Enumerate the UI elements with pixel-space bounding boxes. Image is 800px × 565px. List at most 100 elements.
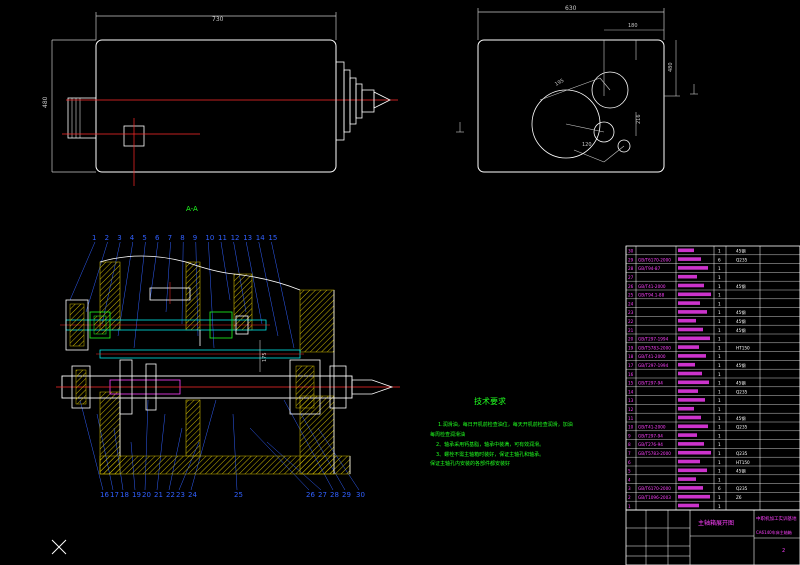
bom-cell: 1 [718, 451, 721, 456]
bom-name-block [678, 301, 700, 305]
bom-cell: 6 [718, 486, 721, 491]
width-dim-label: 730 [212, 16, 224, 23]
bom-cell: 1 [718, 319, 721, 324]
bom-cell: 23 [628, 310, 634, 315]
bom-name-block [678, 398, 705, 402]
tech-line-4: 3、螺栓不需主轴箱时装好，保证主轴孔和轴承。 [436, 451, 544, 458]
bom-cell: 18 [628, 354, 634, 359]
tech-line-1: 1.润滑油，每日开机前检查油位，每天开机前检查润滑，加油 [438, 421, 573, 428]
part-number-bottom: 22 [166, 491, 175, 499]
bom-cell: 14 [628, 389, 634, 394]
part-number-top: 4 [130, 234, 135, 242]
part-number-top: 15 [268, 234, 277, 242]
bom-cell: GB/T297-1994 [638, 337, 669, 342]
cad-drawing-canvas: 480 730 630 180 480 195 216 120 A-A 1 2 … [0, 0, 800, 565]
bom-name-block [678, 274, 697, 279]
bom-cell: 26 [628, 284, 634, 289]
bom-cell: 29 [628, 257, 634, 262]
bom-cell: 1 [718, 504, 721, 509]
bom-cell: 1 [718, 433, 721, 438]
bom-name-block [678, 468, 707, 473]
part-number-bottom: 16 [100, 491, 109, 499]
side-dim-3: 195 [554, 78, 565, 88]
bom-cell: Q235 [736, 451, 748, 456]
bom-name-block [678, 354, 706, 358]
bom-cell: 5 [628, 469, 631, 474]
bom-cell: 1 [718, 337, 721, 342]
bom-cell: 27 [628, 275, 634, 280]
bom-cell: GB/T5783-2000 [638, 451, 671, 456]
leader-line [144, 399, 149, 491]
bom-cell: Q235 [736, 425, 748, 430]
bom-name-block [678, 415, 701, 420]
bom-cell: 1 [718, 266, 721, 271]
bom-name-block [678, 494, 710, 499]
bom-cell: 15 [628, 381, 634, 386]
bom-cell: GB/T6170-2000 [638, 257, 671, 262]
side-dim-1: 180 [628, 23, 638, 29]
bom-name-block [678, 424, 708, 429]
bom-name-block [678, 406, 694, 411]
bom-cell: 11 [628, 416, 634, 421]
bom-cell: GB/T6170-2000 [638, 486, 671, 491]
bom-name-block [678, 371, 702, 376]
part-number-bottom: 18 [120, 491, 129, 499]
part-number-bottom: 23 [176, 491, 185, 499]
bom-cell: 1 [628, 504, 631, 509]
bom-cell: 1 [718, 416, 721, 421]
bom-cell: HT150 [736, 345, 750, 350]
leader-line [232, 413, 238, 491]
bom-cell: 22 [628, 319, 634, 324]
part-number-top: 3 [117, 234, 121, 242]
sheet-number: 2 [782, 548, 785, 554]
bill-of-materials: 30 1 45钢29 GB/T6170-2000 6 Q23528 GB/T94-87 127… [625, 245, 800, 511]
part-number-bottom: 24 [188, 491, 197, 499]
part-number-bottom: 19 [132, 491, 141, 499]
bom-cell: 1 [718, 381, 721, 386]
bom-cell: 45钢 [736, 327, 746, 334]
title-block: 主轴箱展开图 中职机加工实训基地 CA6140车床主轴箱 2 [625, 509, 800, 565]
bom-cell: 9 [628, 433, 631, 438]
tech-line-5: 保证主轴孔内安装的各部件都安装好 [430, 460, 510, 467]
bom-cell: 24 [628, 301, 634, 306]
bom-cell: 1 [718, 249, 721, 254]
bom-cell: 1 [718, 310, 721, 315]
bom-cell: 45钢 [736, 283, 746, 290]
bom-cell: 7 [628, 451, 631, 456]
tech-line-2: 每周检查润滑油 [430, 431, 465, 438]
leader-line [156, 413, 166, 491]
bom-cell: 1 [718, 363, 721, 368]
bom-name-block [678, 486, 703, 490]
bom-cell: 17 [628, 363, 634, 368]
bom-cell: 19 [628, 345, 634, 350]
bom-cell: GB/T297-94 [638, 381, 663, 386]
bom-name-block [678, 336, 710, 341]
bom-cell: 45钢 [736, 380, 746, 387]
ucs-icon [51, 539, 67, 555]
bom-cell: 28 [628, 266, 634, 271]
bom-cell: 1 [718, 495, 721, 500]
bom-name-block [678, 318, 696, 323]
leader-line [181, 241, 184, 325]
bom-name-block [678, 459, 700, 464]
bom-cell: 1 [718, 328, 721, 333]
part-number-bottom: 28 [330, 491, 339, 499]
bom-name-block [678, 450, 711, 455]
leader-line [220, 241, 231, 301]
bom-cell: GB/T41-2000 [638, 284, 666, 289]
bom-name-block [678, 442, 704, 446]
section-label: A-A [186, 205, 198, 213]
bom-cell: 45钢 [736, 318, 746, 325]
bom-name-block [678, 257, 701, 261]
leader-line [69, 241, 96, 301]
technical-requirements: 技术要求 1.润滑油，每日开机前检查油位，每天开机前检查润滑，加油 每周检查润滑… [430, 396, 573, 467]
bom-cell: 3 [628, 486, 631, 491]
bom-cell: 20 [628, 337, 634, 342]
bom-cell: 45钢 [736, 362, 746, 369]
bom-cell: 45钢 [736, 248, 746, 255]
inner-dim: 175 [262, 352, 268, 362]
side-width-dim-label: 630 [565, 5, 577, 12]
bom-name-block [678, 310, 707, 314]
part-number-top: 12 [231, 234, 240, 242]
bom-cell: 13 [628, 398, 634, 403]
